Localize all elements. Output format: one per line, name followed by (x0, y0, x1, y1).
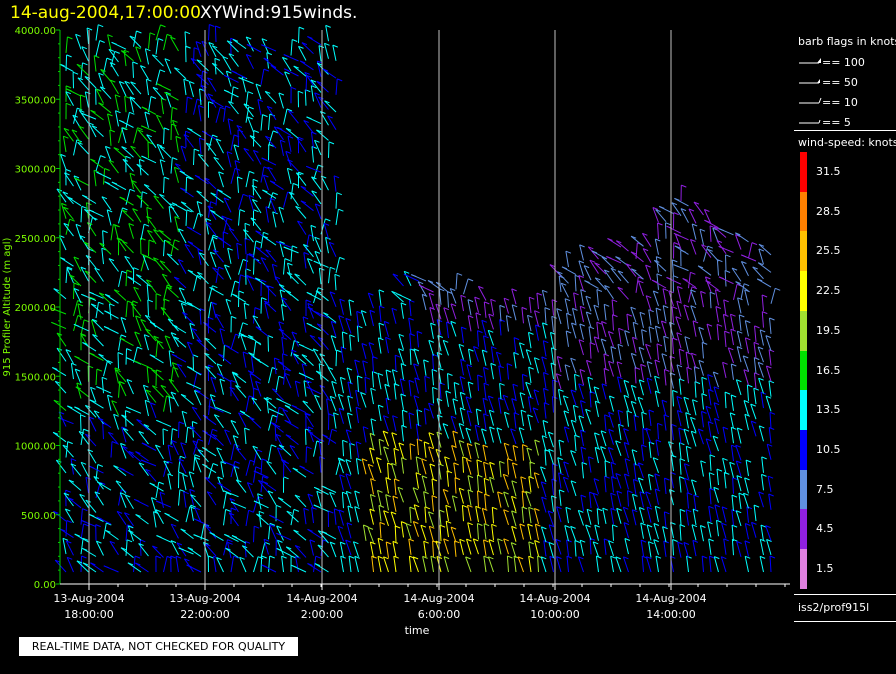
legend-panel: barb flags in knots == 100 == 50 == 10 =… (794, 30, 896, 622)
barb-100-icon (799, 58, 821, 64)
x-tick-time-label: 10:00:00 (530, 608, 579, 621)
x-axis-title: time (405, 624, 430, 637)
barb-50-icon (799, 79, 820, 84)
speed-swatch (800, 271, 807, 312)
barb-flag-50: == 50 (798, 74, 858, 89)
speed-swatch (800, 350, 807, 391)
legend-divider (794, 621, 896, 622)
speed-swatch-label: 25.5 (816, 244, 841, 258)
y-tick-label: 1500.00 (15, 372, 56, 383)
barb-flag-5: == 5 (798, 114, 851, 129)
speed-swatch (800, 390, 807, 431)
speed-swatch-label: 13.5 (816, 403, 841, 417)
barb-10-icon (799, 97, 822, 104)
x-tick-time-label: 2:00:00 (301, 608, 343, 621)
speed-swatch (800, 549, 807, 589)
x-tick-time-label: 14:00:00 (646, 608, 695, 621)
data-source-label: iss2/prof915l (798, 601, 870, 614)
x-tick-date-label: 14-Aug-2004 (286, 592, 357, 605)
y-axis-title: 915 Profiler Altitude (m agl) (2, 237, 13, 376)
barb-flag-100: == 100 (798, 54, 865, 69)
y-tick-label: 3500.00 (15, 95, 56, 106)
speed-swatch (800, 509, 807, 550)
speed-swatch (800, 191, 807, 232)
x-tick-time-label: 18:00:00 (64, 608, 113, 621)
y-tick-label: 0.00 (34, 580, 56, 591)
wind-speed-heading: wind-speed: knots (798, 136, 896, 149)
wind-profile-chart: 0.00 500.00 1000.00 1500.00 2000.00 2500.00 30… (2, 24, 790, 637)
chart-timestamp: 14-aug-2004,17:00:00 (10, 3, 201, 23)
x-tick-date-label: 14-Aug-2004 (403, 592, 474, 605)
barb-5-icon (799, 119, 821, 124)
y-tick-label: 4000.00 (15, 26, 56, 37)
chart-title: XYWind:915winds. (200, 3, 358, 23)
y-tick-label: 3000.00 (15, 165, 56, 176)
speed-swatch-label: 22.5 (816, 284, 841, 298)
speed-swatch-label: 4.5 (816, 522, 834, 536)
speed-swatch-label: 1.5 (816, 562, 834, 575)
speed-swatch (800, 231, 807, 272)
speed-swatch-label: 16.5 (816, 363, 841, 377)
barb-flags-heading: barb flags in knots (798, 35, 896, 48)
y-tick-label: 2500.00 (15, 234, 56, 245)
speed-swatch-label: 19.5 (816, 323, 841, 337)
speed-swatch-label: 10.5 (816, 442, 841, 456)
y-tick-label: 1000.00 (15, 442, 56, 453)
speed-swatch-label: 28.5 (816, 204, 841, 218)
speed-swatch-label: 7.5 (816, 482, 834, 496)
speed-swatch (800, 429, 807, 470)
speed-swatch-label: 31.5 (816, 165, 841, 178)
x-tick-date-label: 14-Aug-2004 (519, 592, 590, 605)
x-tick-time-label: 22:00:00 (180, 608, 229, 621)
y-tick-label: 2000.00 (15, 303, 56, 314)
x-tick-time-label: 6:00:00 (418, 608, 460, 621)
quality-notice: REAL-TIME DATA, NOT CHECKED FOR QUALITY (19, 637, 298, 656)
speed-swatch (800, 469, 807, 510)
speed-swatch (800, 310, 807, 351)
x-tick-date-label: 14-Aug-2004 (635, 592, 706, 605)
legend-divider (794, 594, 896, 595)
speed-swatch (800, 152, 807, 192)
y-tick-label: 500.00 (21, 511, 56, 522)
x-tick-date-label: 13-Aug-2004 (53, 592, 124, 605)
legend-divider (794, 130, 896, 131)
x-tick-date-label: 13-Aug-2004 (169, 592, 240, 605)
barb-flag-10: == 10 (798, 94, 858, 109)
